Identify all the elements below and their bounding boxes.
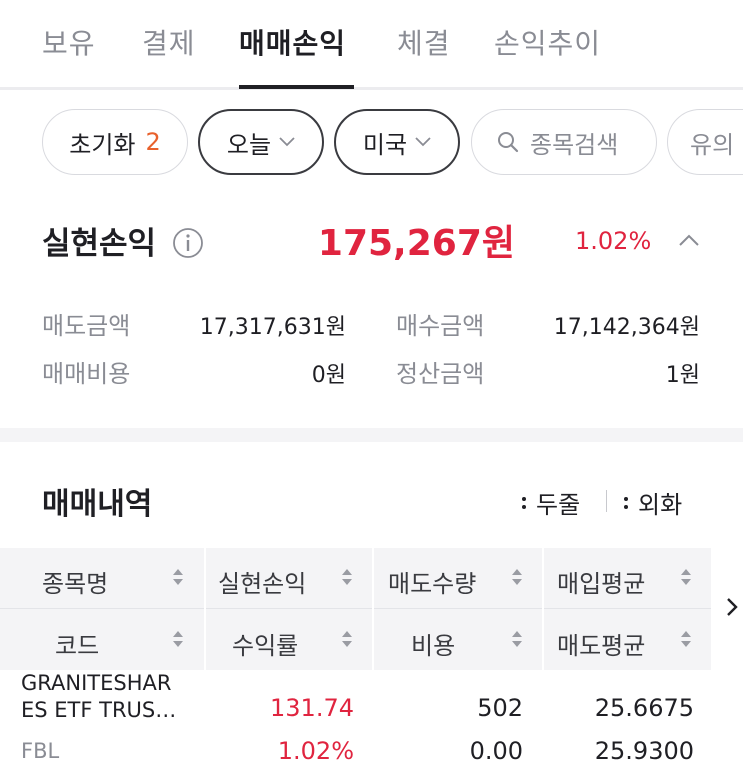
- sort-icon[interactable]: [679, 566, 693, 588]
- header-sell-quantity[interactable]: 매도수량: [388, 564, 476, 599]
- reset-label: 초기화: [69, 130, 136, 159]
- period-label: 오늘: [226, 130, 272, 159]
- sell-quantity-cell: 502: [477, 694, 523, 722]
- chevron-down-icon: [415, 137, 431, 147]
- caution-label: 유의: [690, 130, 735, 159]
- info-icon[interactable]: [172, 227, 204, 259]
- header-code[interactable]: 코드: [55, 626, 99, 661]
- buy-amount-label: 매수금액: [396, 312, 485, 340]
- header-realized-pl[interactable]: 실현손익: [218, 564, 306, 599]
- sort-icon[interactable]: [510, 566, 524, 588]
- sort-icon[interactable]: [340, 628, 354, 650]
- section-divider: [0, 428, 743, 442]
- market-label: 미국: [362, 130, 408, 159]
- tab-trading-pl[interactable]: 매매손익: [239, 22, 346, 62]
- period-dropdown[interactable]: 오늘: [198, 109, 324, 175]
- header-cost[interactable]: 비용: [411, 626, 455, 661]
- stock-name-line1: GRANITESHAR: [21, 671, 172, 695]
- stock-search-input[interactable]: 종목검색: [471, 109, 657, 175]
- chevron-right-icon[interactable]: [724, 596, 740, 618]
- realized-pl-amount: 175,267원: [317, 223, 515, 264]
- settlement-amount-value: 1원: [665, 363, 700, 388]
- caution-filter-chip[interactable]: 유의: [667, 109, 743, 175]
- sort-icon[interactable]: [679, 628, 693, 650]
- cost-cell: 0.00: [469, 737, 523, 765]
- tab-settlement[interactable]: 결제: [142, 22, 196, 62]
- search-placeholder: 종목검색: [530, 130, 619, 159]
- search-icon: [498, 132, 519, 153]
- realized-pl-rate: 1.02%: [575, 227, 652, 255]
- two-line-label: 두줄: [536, 491, 581, 519]
- column-divider: [204, 548, 206, 670]
- foreign-currency-option[interactable]: 외화: [624, 485, 682, 520]
- sell-average-cell: 25.9300: [594, 737, 694, 765]
- stock-name-line2: ES ETF TRUS…: [21, 698, 177, 722]
- tab-bar: 보유 결제 매매손익 체결 손익추이: [0, 0, 743, 90]
- sort-icon[interactable]: [340, 566, 354, 588]
- header-return-rate[interactable]: 수익률: [232, 626, 298, 661]
- column-divider: [542, 548, 544, 670]
- sell-amount-label: 매도금액: [42, 312, 131, 340]
- sort-icon[interactable]: [510, 628, 524, 650]
- reset-count-badge: 2: [145, 128, 161, 156]
- option-separator: [606, 490, 607, 512]
- sort-icon[interactable]: [171, 628, 185, 650]
- settlement-amount-label: 정산금액: [396, 360, 485, 388]
- dots-icon: [522, 496, 526, 509]
- sell-amount-value: 17,317,631원: [199, 315, 346, 340]
- tab-executions[interactable]: 체결: [397, 22, 451, 62]
- header-sell-average[interactable]: 매도평균: [557, 626, 645, 661]
- realized-pl-title: 실현손익: [42, 226, 157, 262]
- sort-icon[interactable]: [171, 566, 185, 588]
- trading-cost-value: 0원: [311, 363, 346, 388]
- trading-cost-label: 매매비용: [42, 360, 131, 388]
- stock-code: FBL: [21, 739, 60, 763]
- column-divider: [372, 548, 374, 670]
- tab-holdings[interactable]: 보유: [42, 22, 96, 62]
- dots-icon: [624, 496, 628, 509]
- realized-pl-cell: 131.74: [270, 694, 354, 722]
- return-rate-cell: 1.02%: [277, 737, 354, 765]
- trade-history-title: 매매내역: [42, 487, 153, 522]
- buy-average-cell: 25.6675: [594, 694, 694, 722]
- header-row-divider: [0, 608, 713, 609]
- header-stock-name[interactable]: 종목명: [42, 564, 108, 599]
- tab-pl-trend[interactable]: 손익추이: [494, 22, 601, 62]
- two-line-view-option[interactable]: 두줄: [522, 485, 580, 520]
- header-buy-average[interactable]: 매입평균: [557, 564, 645, 599]
- foreign-currency-label: 외화: [638, 491, 683, 519]
- buy-amount-value: 17,142,364원: [553, 315, 700, 340]
- column-divider: [711, 548, 713, 670]
- active-tab-indicator: [239, 85, 354, 89]
- reset-filter-button[interactable]: 초기화 2: [42, 109, 188, 175]
- chevron-down-icon: [279, 137, 295, 147]
- chevron-up-icon[interactable]: [676, 228, 702, 254]
- market-dropdown[interactable]: 미국: [334, 109, 460, 175]
